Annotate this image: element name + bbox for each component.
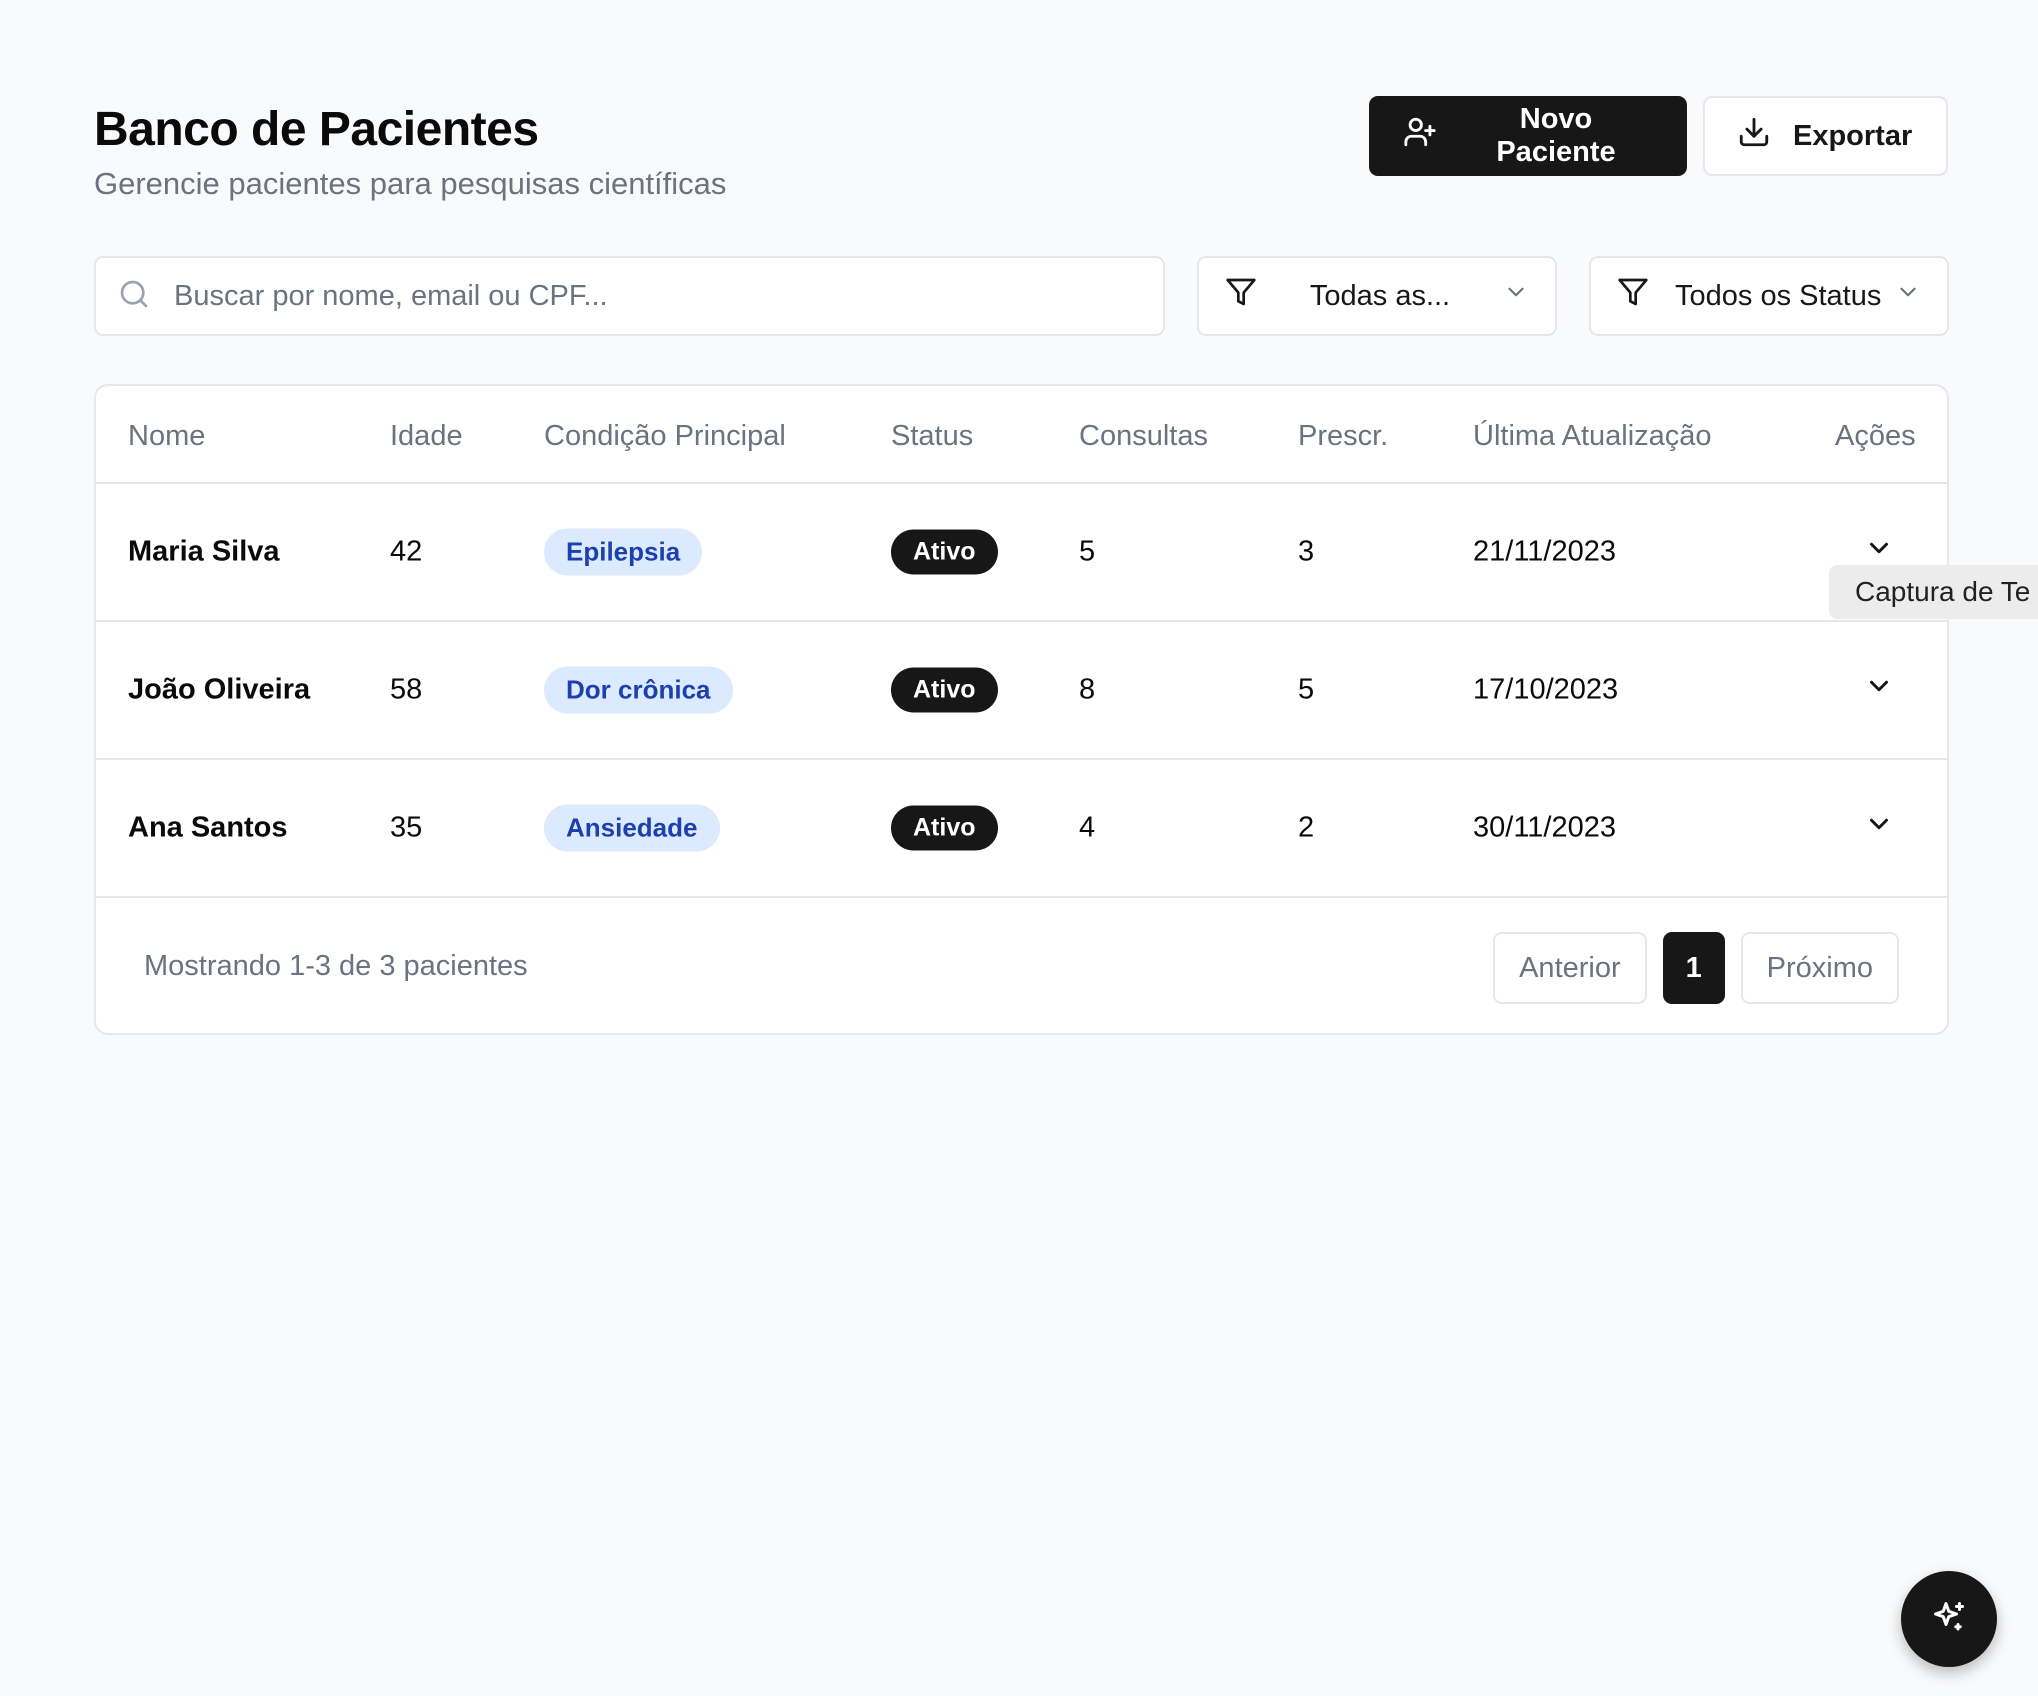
- patient-age: 58: [390, 673, 423, 706]
- page-number-button[interactable]: 1: [1662, 932, 1725, 1004]
- page-subtitle: Gerencie pacientes para pesquisas cientí…: [94, 166, 727, 201]
- condition-filter-value: Todas as...: [1309, 279, 1451, 312]
- page-header: Banco de Pacientes Gerencie pacientes pa…: [94, 96, 1948, 216]
- filter-icon: [1225, 276, 1257, 316]
- column-header-actions: Ações: [1835, 420, 1916, 452]
- patients-page: Banco de Pacientes Gerencie pacientes pa…: [0, 0, 2038, 1696]
- row-expand-chevron-icon[interactable]: [1864, 671, 1894, 709]
- condition-badge: Ansiedade: [544, 804, 720, 852]
- status-badge: Ativo: [891, 667, 998, 713]
- filter-icon: [1617, 276, 1649, 316]
- chevron-down-icon: [1895, 279, 1921, 313]
- last-updated-date: 17/10/2023: [1473, 673, 1619, 706]
- previous-page-button[interactable]: Anterior: [1493, 932, 1647, 1004]
- patient-name: João Oliveira: [128, 673, 311, 706]
- column-header-age[interactable]: Idade: [390, 420, 463, 453]
- search-box: [94, 256, 1165, 336]
- table-header: Nome Idade Condição Principal Status Con…: [96, 386, 1947, 484]
- user-plus-icon: [1403, 115, 1437, 157]
- status-filter-select[interactable]: Todos os Status: [1589, 256, 1949, 336]
- patient-name: Maria Silva: [128, 535, 280, 568]
- header-actions: Novo Paciente Exportar: [1369, 96, 1948, 176]
- search-icon: [118, 278, 150, 315]
- patient-age: 35: [390, 811, 423, 844]
- prescriptions-count: 2: [1298, 811, 1315, 844]
- status-badge: Ativo: [891, 529, 998, 575]
- status-filter-value: Todos os Status: [1675, 279, 1882, 312]
- pagination: Anterior 1 Próximo: [1493, 932, 1899, 1004]
- column-header-updated[interactable]: Última Atualização: [1473, 420, 1712, 453]
- search-input[interactable]: [174, 279, 1074, 313]
- condition-badge: Dor crônica: [544, 666, 733, 714]
- export-button[interactable]: Exportar: [1703, 96, 1948, 176]
- last-updated-date: 21/11/2023: [1473, 535, 1616, 568]
- table-row[interactable]: Maria Silva 42 Epilepsia Ativo 5 3 21/11…: [96, 484, 1947, 622]
- export-label: Exportar: [1793, 119, 1913, 152]
- condition-badge: Epilepsia: [544, 528, 703, 576]
- patient-age: 42: [390, 535, 423, 568]
- column-header-consultas[interactable]: Consultas: [1079, 420, 1208, 453]
- column-header-prescr[interactable]: Prescr.: [1298, 420, 1388, 453]
- consultations-count: 5: [1079, 535, 1096, 568]
- new-patient-label: Novo Paciente: [1496, 103, 1616, 168]
- consultations-count: 4: [1079, 811, 1096, 844]
- column-header-name[interactable]: Nome: [128, 420, 205, 453]
- column-header-condition[interactable]: Condição Principal: [544, 420, 786, 453]
- prescriptions-count: 3: [1298, 535, 1315, 568]
- last-updated-date: 30/11/2023: [1473, 811, 1616, 844]
- tooltip: Captura de Te: [1829, 565, 2038, 619]
- column-header-status[interactable]: Status: [891, 420, 973, 453]
- new-patient-button[interactable]: Novo Paciente: [1369, 96, 1687, 176]
- assistant-fab-button[interactable]: [1901, 1571, 1997, 1667]
- patient-name: Ana Santos: [128, 811, 288, 844]
- table-row[interactable]: Ana Santos 35 Ansiedade Ativo 4 2 30/11/…: [96, 760, 1947, 898]
- table-footer: Mostrando 1-3 de 3 pacientes Anterior 1 …: [96, 898, 1947, 1033]
- chevron-down-icon: [1503, 279, 1529, 313]
- pagination-info: Mostrando 1-3 de 3 pacientes: [144, 950, 528, 982]
- prescriptions-count: 5: [1298, 673, 1315, 706]
- page-title: Banco de Pacientes: [94, 103, 539, 156]
- patients-table: Nome Idade Condição Principal Status Con…: [94, 384, 1949, 1035]
- row-expand-chevron-icon[interactable]: [1864, 809, 1894, 847]
- condition-filter-select[interactable]: Todas as...: [1197, 256, 1557, 336]
- table-row[interactable]: João Oliveira 58 Dor crônica Ativo 8 5 1…: [96, 622, 1947, 760]
- sparkles-icon: [1931, 1599, 1967, 1640]
- download-icon: [1737, 115, 1771, 157]
- consultations-count: 8: [1079, 673, 1096, 706]
- next-page-button[interactable]: Próximo: [1740, 932, 1899, 1004]
- status-badge: Ativo: [891, 805, 998, 851]
